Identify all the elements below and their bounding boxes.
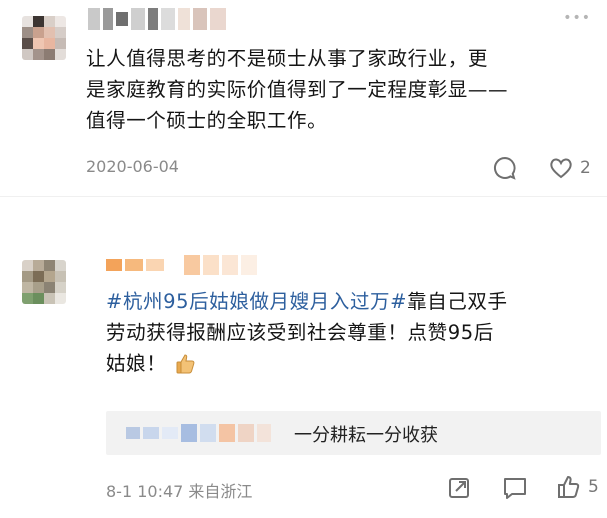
thumbs-up-icon <box>558 476 580 498</box>
avatar[interactable] <box>22 260 66 304</box>
comment-line: 姑娘！ <box>106 348 601 379</box>
thumbs-up-emoji-icon <box>176 353 195 373</box>
more-dots-icon: ••• <box>563 10 591 26</box>
avatar[interactable] <box>22 16 66 60</box>
comment-date: 2020-06-04 <box>86 157 179 176</box>
comment-button[interactable] <box>502 476 528 500</box>
like-button[interactable]: 2 <box>548 155 591 181</box>
like-count: 2 <box>580 158 591 178</box>
comment-line: 是家庭教育的实际价值得到了一定程度彰显—— <box>86 78 509 101</box>
share-icon <box>449 478 469 498</box>
username-blurred[interactable] <box>88 8 226 30</box>
share-button[interactable] <box>447 476 471 500</box>
divider <box>0 196 607 197</box>
comment-icon <box>504 478 526 499</box>
comment-text: 让人值得思考的不是硕士从事了家政行业，更 是家庭教育的实际价值得到了一定程度彰显… <box>86 43 596 136</box>
like-count: 5 <box>588 477 599 497</box>
reply-preview[interactable]: 一分耕耘一分收获 <box>106 411 601 455</box>
comment-line: #杭州95后姑娘做月嫂月入过万#靠自己双手 <box>106 286 601 317</box>
comment-text: #杭州95后姑娘做月嫂月入过万#靠自己双手 劳动获得报酬应该受到社会尊重！点赞9… <box>106 286 601 379</box>
reply-text: 一分耕耘一分收获 <box>294 425 438 446</box>
reply-username-blurred <box>126 424 271 442</box>
comment-line: 劳动获得报酬应该受到社会尊重！点赞95后 <box>106 321 494 344</box>
comment-line: 让人值得思考的不是硕士从事了家政行业，更 <box>86 47 489 70</box>
heart-icon <box>550 158 572 179</box>
comment-line: 值得一个硕士的全职工作。 <box>86 109 328 132</box>
like-button[interactable]: 5 <box>556 474 599 500</box>
comment-line-end: 姑娘！ <box>106 352 167 375</box>
comment-meta: 8-1 10:47 来自浙江 <box>106 482 253 501</box>
comment-bubble-icon <box>494 156 516 180</box>
more-options-button[interactable]: ••• <box>563 10 591 26</box>
comment-line-rest: 靠自己双手 <box>407 290 508 313</box>
comment-button[interactable] <box>492 155 518 181</box>
hashtag-link[interactable]: #杭州95后姑娘做月嫂月入过万# <box>106 290 407 313</box>
username-blurred[interactable] <box>106 255 257 275</box>
